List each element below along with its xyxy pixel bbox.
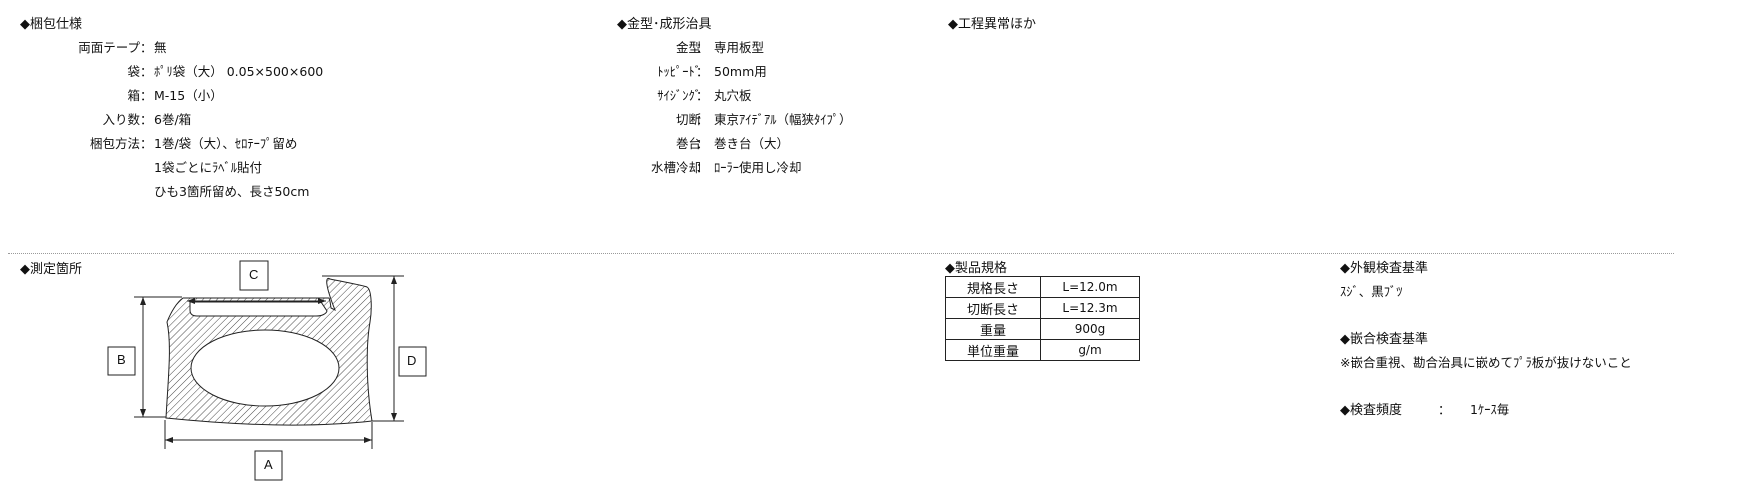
spec-name: 規格長さ bbox=[945, 276, 1041, 298]
appearance-criteria-title: ◆外観検査基準 bbox=[1340, 261, 1428, 276]
table-row: 切断長さ L=12.3m bbox=[945, 297, 1140, 319]
spec-name: 重量 bbox=[945, 318, 1041, 340]
product-spec-table: 規格長さ L=12.0m 切断長さ L=12.3m 重量 900g 単位重量 g… bbox=[945, 276, 1140, 361]
fit-criteria-text: ※嵌合重視、勘合治具に嵌めてﾌﾟﾗ板が抜けないこと bbox=[1340, 355, 1632, 370]
slot-c bbox=[189, 301, 328, 317]
appearance-criteria-text: ｽｼﾞ、黒ﾌﾞﾂ bbox=[1340, 284, 1403, 299]
dimension-label-b: B bbox=[117, 352, 126, 367]
dimension-label-d: D bbox=[407, 353, 417, 368]
inspection-frequency-separator: ： bbox=[1438, 402, 1451, 417]
spec-name: 切断長さ bbox=[945, 297, 1041, 319]
table-row: 重量 900g bbox=[945, 318, 1140, 340]
table-row: 単位重量 g/m bbox=[945, 339, 1140, 361]
arrow-icon bbox=[364, 437, 372, 443]
dimension-label-c: C bbox=[249, 267, 259, 282]
dimension-label-a: A bbox=[264, 457, 273, 472]
arrow-icon bbox=[140, 297, 146, 305]
spec-value: L=12.0m bbox=[1040, 276, 1140, 298]
spec-value: 900g bbox=[1040, 318, 1140, 340]
hollow-oval bbox=[190, 329, 340, 407]
inspection-frequency-value: 1ｹｰｽ毎 bbox=[1470, 402, 1510, 417]
table-row: 規格長さ L=12.0m bbox=[945, 276, 1140, 298]
spec-value: L=12.3m bbox=[1040, 297, 1140, 319]
arrow-icon bbox=[391, 276, 397, 284]
product-spec-title: ◆製品規格 bbox=[945, 261, 1007, 276]
spec-value: g/m bbox=[1040, 339, 1140, 361]
fit-criteria-title: ◆嵌合検査基準 bbox=[1340, 332, 1428, 347]
arrow-icon bbox=[391, 413, 397, 421]
spec-name: 単位重量 bbox=[945, 339, 1041, 361]
arrow-icon bbox=[165, 437, 173, 443]
arrow-icon bbox=[140, 409, 146, 417]
measurement-diagram bbox=[107, 260, 427, 481]
inspection-frequency-label: ◆検査頻度 bbox=[1340, 403, 1402, 418]
